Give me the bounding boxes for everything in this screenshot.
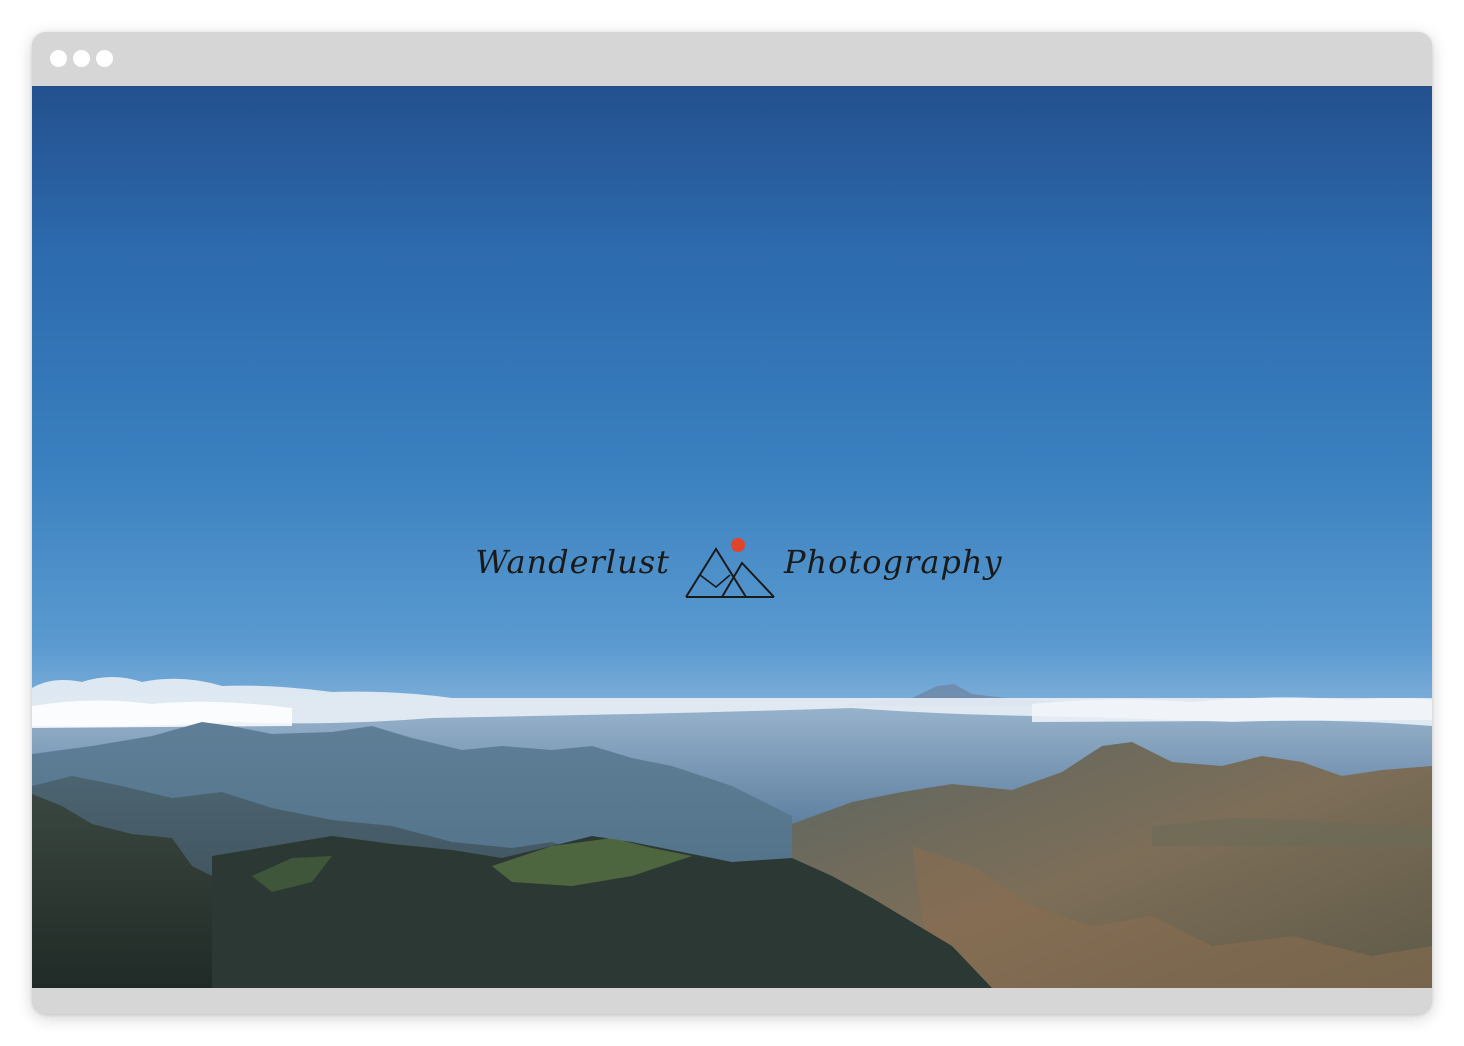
logo-text-left: Wanderlust [475,543,670,581]
window-bottom-bar [32,988,1432,1014]
window-minimize-button[interactable] [73,50,90,67]
window-maximize-button[interactable] [96,50,113,67]
logo-text-right: Photography [784,543,1003,581]
hero-section: Wanderlust Photography [32,86,1432,988]
window-close-button[interactable] [50,50,67,67]
site-logo[interactable]: Wanderlust Photography [32,531,1432,601]
window-titlebar [32,32,1432,86]
mountain-sun-icon [685,538,775,598]
browser-window: Wanderlust Photography [32,32,1432,1014]
